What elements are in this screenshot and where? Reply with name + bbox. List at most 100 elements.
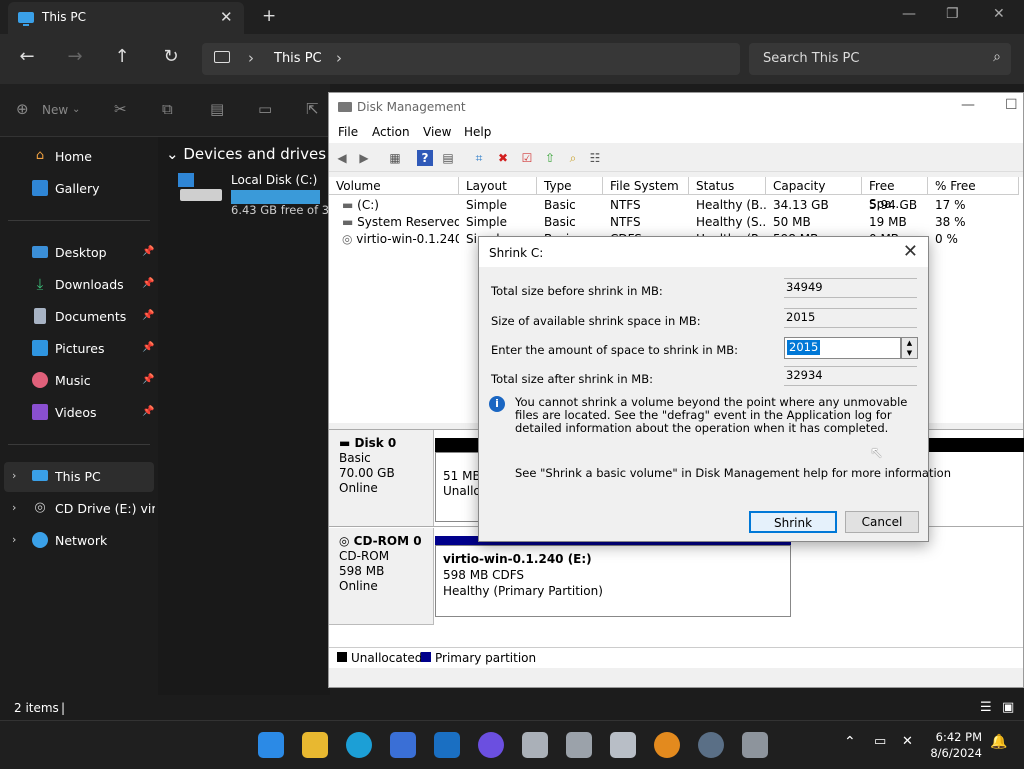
clock[interactable]: 6:42 PM 8/6/2024 xyxy=(926,729,982,761)
sidebar-item-documents[interactable]: Documents 📌 xyxy=(4,302,154,332)
cdrom-0-label[interactable]: ◎ CD-ROM 0 CD-ROM 598 MB Online xyxy=(329,528,434,625)
store-icon[interactable] xyxy=(390,732,416,758)
rename-icon[interactable]: ▭ xyxy=(258,100,272,118)
check-icon[interactable]: ☑ xyxy=(519,150,535,166)
total-before-label: Total size before shrink in MB: xyxy=(491,284,663,298)
disk-0-label[interactable]: ▬ Disk 0 Basic 70.00 GB Online xyxy=(329,430,434,527)
up-icon[interactable]: ↑ xyxy=(110,46,134,67)
tiles-view-icon[interactable]: ▣ xyxy=(1002,700,1014,715)
volume-muted-icon[interactable]: ✕ xyxy=(902,734,913,749)
shrink-amount-input[interactable]: 2015 xyxy=(784,337,901,359)
connect-icon[interactable]: ⌗ xyxy=(471,150,487,166)
notification-bell-icon[interactable]: 🔔 xyxy=(990,734,1007,750)
sidebar-item-home[interactable]: ⌂ Home xyxy=(4,142,154,172)
restore-icon[interactable]: ❐ xyxy=(946,6,959,22)
vlc-icon[interactable] xyxy=(654,732,680,758)
address-bar[interactable]: › This PC › xyxy=(202,43,740,75)
refresh-icon[interactable]: ↻ xyxy=(159,46,183,67)
sidebar-item-network[interactable]: › Network xyxy=(4,526,154,556)
col-header-free-space[interactable]: Free Spa... xyxy=(862,177,928,211)
home-icon: ⌂ xyxy=(35,148,45,163)
sidebar-item-videos[interactable]: Videos 📌 xyxy=(4,398,154,428)
cancel-button[interactable]: Cancel xyxy=(845,511,919,533)
maximize-icon[interactable]: ☐ xyxy=(1005,97,1018,113)
back-icon[interactable]: ◀ xyxy=(334,150,350,166)
shrink-button[interactable]: Shrink xyxy=(749,511,837,533)
new-tab-icon[interactable]: + xyxy=(262,6,276,26)
menu-action[interactable]: Action xyxy=(372,125,410,139)
chevron-right-icon[interactable]: › xyxy=(12,501,16,514)
new-button[interactable]: New xyxy=(42,103,68,117)
col-header-file-system[interactable]: File System xyxy=(603,177,689,195)
cdrom-partition[interactable]: virtio-win-0.1.240 (E:) 598 MB CDFS Heal… xyxy=(435,545,791,617)
cd-drive-icon[interactable] xyxy=(566,732,592,758)
spin-up-icon[interactable]: ▲ xyxy=(902,338,917,348)
disk-type: CD-ROM xyxy=(339,549,390,563)
sidebar-item-this-pc[interactable]: › This PC xyxy=(4,462,154,492)
copilot-icon[interactable] xyxy=(478,732,504,758)
back-icon[interactable]: ← xyxy=(15,46,39,67)
chevron-right-icon[interactable]: › xyxy=(12,533,16,546)
sidebar-item-desktop[interactable]: Desktop 📌 xyxy=(4,238,154,268)
file-explorer-icon[interactable] xyxy=(302,732,328,758)
computer-management-icon[interactable] xyxy=(610,732,636,758)
delete-icon[interactable]: ✖ xyxy=(495,150,511,166)
col-header-volume[interactable]: Volume xyxy=(329,177,459,195)
menu-help[interactable]: Help xyxy=(464,125,491,139)
cut-icon[interactable]: ✂ xyxy=(114,100,127,118)
paste-icon[interactable]: ▤ xyxy=(210,100,224,118)
forward-icon[interactable]: ▶ xyxy=(356,150,372,166)
tab-this-pc[interactable]: This PC ✕ xyxy=(8,2,244,34)
spin-down-icon[interactable]: ▼ xyxy=(902,348,917,358)
properties-icon[interactable]: ▤ xyxy=(440,150,456,166)
menu-file[interactable]: File xyxy=(338,125,358,139)
details-view-icon[interactable]: ☰ xyxy=(980,700,992,715)
new-icon[interactable]: ⊕ xyxy=(16,100,29,118)
shrink-amount-stepper[interactable]: ▲ ▼ xyxy=(901,337,918,359)
console-tree-icon[interactable]: ▦ xyxy=(387,150,403,166)
sidebar-item-pictures[interactable]: Pictures 📌 xyxy=(4,334,154,364)
col-header-capacity[interactable]: Capacity xyxy=(766,177,862,195)
sidebar-item-music[interactable]: Music 📌 xyxy=(4,366,154,396)
col-header-type[interactable]: Type xyxy=(537,177,603,195)
forward-icon[interactable]: → xyxy=(63,46,87,67)
pin-icon[interactable]: 📌 xyxy=(142,374,154,385)
edge-icon[interactable] xyxy=(346,732,372,758)
pin-icon[interactable]: 📌 xyxy=(142,406,154,417)
up-folder-icon[interactable]: ⇧ xyxy=(542,150,558,166)
chevron-down-icon[interactable]: ⌄ xyxy=(72,104,80,115)
sidebar-item-gallery[interactable]: Gallery xyxy=(4,174,154,204)
pin-icon[interactable]: 📌 xyxy=(142,342,154,353)
pin-icon[interactable]: 📌 xyxy=(142,310,154,321)
search-box[interactable]: Search This PC ⌕ xyxy=(749,43,1011,75)
outlook-icon[interactable] xyxy=(434,732,460,758)
help-link[interactable]: See "Shrink a basic volume" in Disk Mana… xyxy=(515,466,951,480)
search-folder-icon[interactable]: ⌕ xyxy=(565,150,581,166)
help-icon[interactable]: ? xyxy=(417,150,433,166)
share-icon[interactable]: ⇱ xyxy=(306,100,319,118)
sidebar-item-cd-drive[interactable]: › ◎ CD Drive (E:) virtio- xyxy=(4,494,155,524)
col-header-status[interactable]: Status xyxy=(689,177,766,195)
tab-close-icon[interactable]: ✕ xyxy=(220,8,233,26)
copy-icon[interactable]: ⧉ xyxy=(162,100,173,118)
col-header-layout[interactable]: Layout xyxy=(459,177,537,195)
start-icon[interactable] xyxy=(258,732,284,758)
chevron-right-icon[interactable]: › xyxy=(12,469,16,482)
menu-view[interactable]: View xyxy=(423,125,451,139)
chevron-up-icon[interactable]: ⌃ xyxy=(844,734,856,750)
network-drives-icon[interactable] xyxy=(522,732,548,758)
close-icon[interactable]: ✕ xyxy=(903,241,918,262)
pin-icon[interactable]: 📌 xyxy=(142,246,154,257)
settings-list-icon[interactable]: ☷ xyxy=(587,150,603,166)
group-header[interactable]: ⌄ Devices and drives xyxy=(166,145,326,163)
close-icon[interactable]: ✕ xyxy=(993,6,1005,22)
settings-icon[interactable] xyxy=(698,732,724,758)
pin-icon[interactable]: 📌 xyxy=(142,278,154,289)
chevron-right-icon[interactable]: › xyxy=(336,49,342,67)
network-status-icon[interactable]: ▭ xyxy=(874,734,886,749)
sidebar-item-downloads[interactable]: ⤓ Downloads 📌 xyxy=(4,270,155,300)
disk-management-icon[interactable] xyxy=(742,732,768,758)
minimize-icon[interactable]: — xyxy=(961,97,975,113)
col-header-percent-free[interactable]: % Free xyxy=(928,177,1019,195)
minimize-icon[interactable]: — xyxy=(902,6,916,22)
